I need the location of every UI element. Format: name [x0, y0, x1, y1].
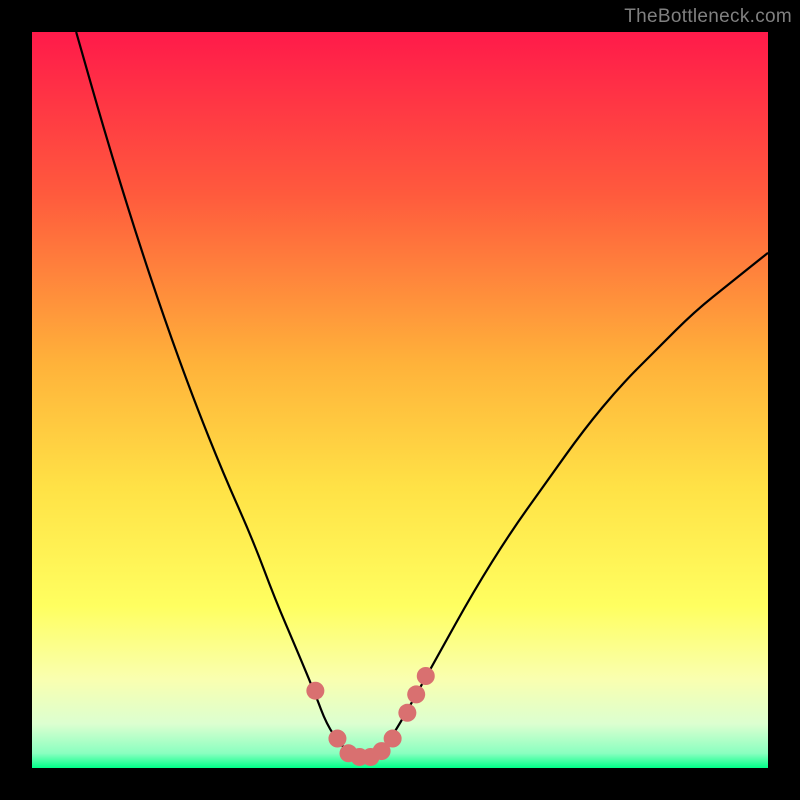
curve-dot — [384, 730, 402, 748]
curve-dot — [417, 667, 435, 685]
watermark-text: TheBottleneck.com — [624, 6, 792, 28]
curve-dot — [306, 682, 324, 700]
gradient-background — [32, 32, 768, 768]
curve-dot — [407, 685, 425, 703]
curve-dot — [328, 730, 346, 748]
bottleneck-chart — [32, 32, 768, 768]
curve-dot — [398, 704, 416, 722]
chart-frame — [32, 32, 768, 768]
plot-area — [32, 32, 768, 768]
